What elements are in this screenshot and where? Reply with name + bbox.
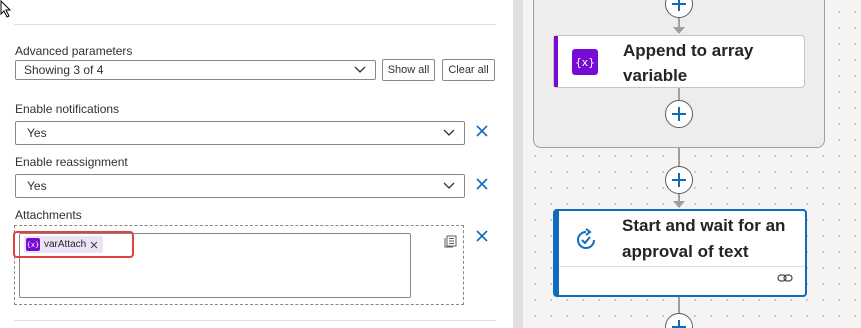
divider <box>14 24 496 25</box>
card-title-line1: Start and wait for an <box>622 216 786 235</box>
connector-line <box>678 88 680 100</box>
chevron-down-icon <box>443 129 455 136</box>
enable-notifications-label: Enable notifications <box>15 102 120 116</box>
add-action-button[interactable] <box>665 313 693 328</box>
remove-reassignment-parameter-icon[interactable] <box>475 177 489 191</box>
link-icon[interactable] <box>777 271 793 285</box>
card-divider <box>559 266 805 267</box>
enable-notifications-value: Yes <box>27 126 47 140</box>
properties-panel: Advanced parameters Showing 3 of 4 Show … <box>0 0 513 328</box>
approval-icon <box>577 228 595 249</box>
card-title-line2: variable <box>623 66 688 85</box>
remove-attachments-parameter-icon[interactable] <box>475 229 489 243</box>
plus-icon <box>672 107 686 121</box>
start-and-wait-approval-card[interactable]: Start and wait for an approval of text <box>553 209 807 297</box>
card-accent <box>555 211 559 295</box>
chevron-down-icon <box>443 182 455 189</box>
connector-arrow-icon <box>673 201 685 208</box>
enable-reassignment-dropdown[interactable]: Yes <box>15 174 465 198</box>
add-action-button[interactable] <box>665 100 693 128</box>
chevron-down-icon <box>354 66 366 73</box>
add-action-button[interactable] <box>665 166 693 194</box>
clear-all-button[interactable]: Clear all <box>442 59 495 81</box>
card-title-line1: Append to array <box>623 41 754 60</box>
advanced-parameters-dropdown[interactable]: Showing 3 of 4 <box>15 60 376 80</box>
enable-reassignment-value: Yes <box>27 179 47 193</box>
plus-icon <box>672 0 686 11</box>
mouse-cursor-icon <box>0 0 12 18</box>
plus-icon <box>672 320 686 328</box>
connector-line <box>678 148 680 166</box>
advanced-parameters-label: Advanced parameters <box>15 44 133 58</box>
highlight-box <box>13 231 134 258</box>
show-all-button[interactable]: Show all <box>382 59 435 81</box>
connector-arrow-icon <box>673 27 685 34</box>
card-title-line2: approval of text <box>622 242 749 261</box>
variable-icon: {x} <box>572 49 598 75</box>
remove-notifications-parameter-icon[interactable] <box>475 124 489 138</box>
plus-icon <box>672 173 686 187</box>
divider <box>14 320 496 321</box>
dynamic-content-icon[interactable] <box>444 234 458 248</box>
advanced-parameters-value: Showing 3 of 4 <box>24 63 104 77</box>
panel-splitter[interactable] <box>513 0 523 328</box>
card-accent <box>554 36 558 87</box>
flow-canvas[interactable]: {x} Append to array variable Start and w… <box>523 0 861 328</box>
append-to-array-card[interactable]: {x} Append to array variable <box>553 35 805 88</box>
attachments-label: Attachments <box>15 208 82 222</box>
enable-notifications-dropdown[interactable]: Yes <box>15 121 465 145</box>
enable-reassignment-label: Enable reassignment <box>15 155 128 169</box>
